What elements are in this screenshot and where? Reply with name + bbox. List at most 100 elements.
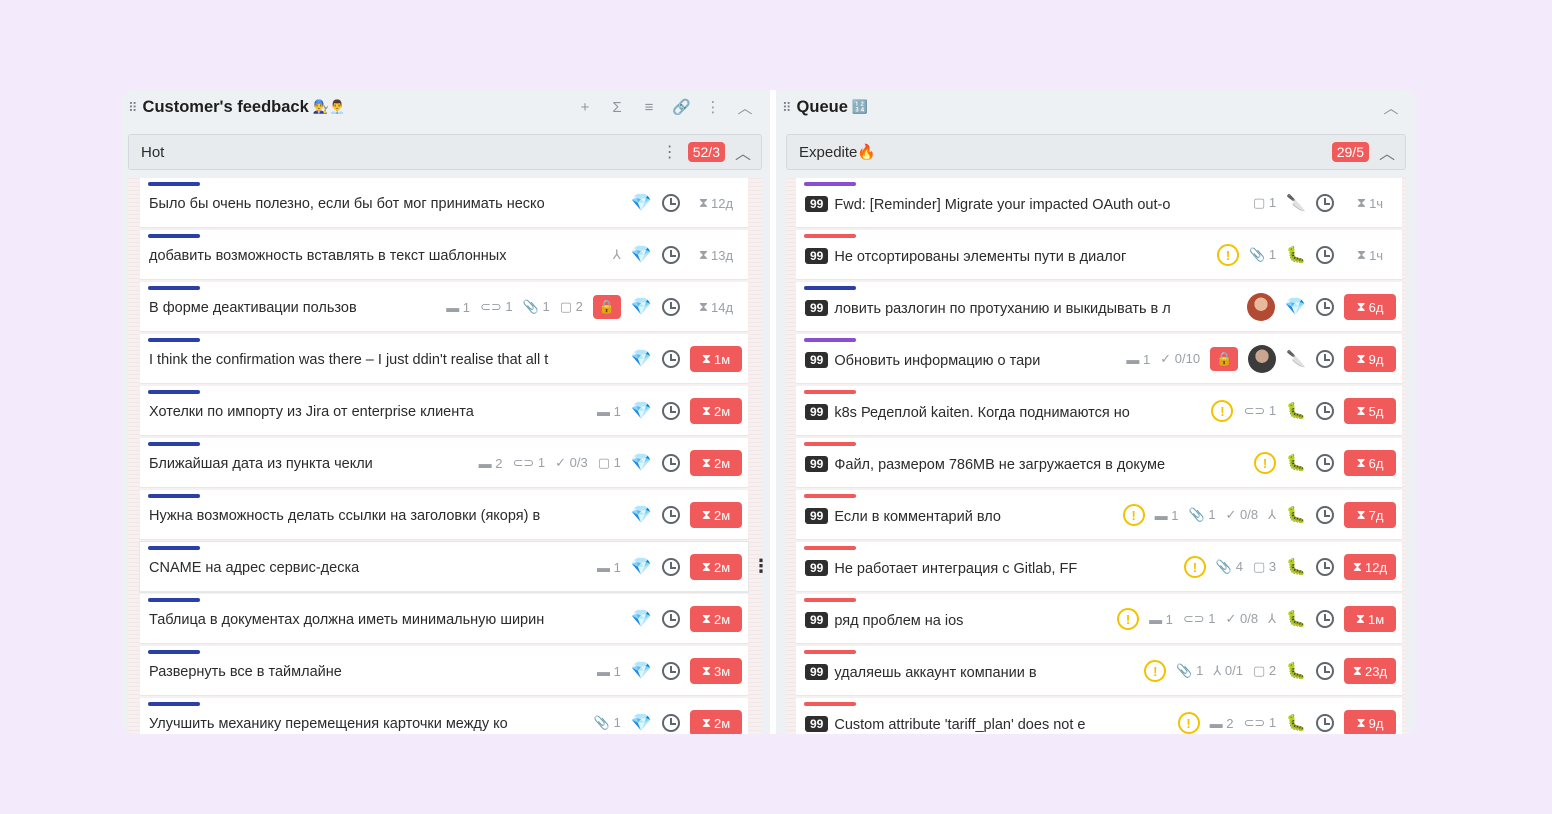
column-title[interactable]: Queue — [797, 98, 848, 117]
card[interactable]: 99 Файл, размером 786MB не загружается в … — [796, 438, 1402, 488]
card[interactable]: 99 ряд проблем на ios! ▬ 1 ⊂⊃ 1 ✓ 0/8 ⅄ 🐛 ⧗ 1м — [796, 594, 1402, 644]
card[interactable]: Было бы очень полезно, если бы бот мог п… — [140, 178, 748, 228]
comment-count: ▢ 3 — [1252, 559, 1277, 574]
tag-emoji-icon: 🐛 — [1286, 403, 1306, 420]
list-icon[interactable]: ≡ — [640, 99, 658, 116]
card[interactable]: В форме деактивации пользов ▬ 1 ⊂⊃ 1 📎 1 ▢ 2… — [140, 282, 748, 332]
lane-more-icon[interactable]: ⋮ — [662, 142, 678, 162]
priority-badge: 99 — [805, 716, 829, 732]
clock-icon[interactable] — [1316, 610, 1334, 628]
clock-icon[interactable] — [662, 610, 680, 628]
card[interactable]: Нужна возможность делать ссылки на загол… — [140, 490, 748, 540]
clock-icon[interactable] — [662, 402, 680, 420]
card-title[interactable]: 99 Обновить информацию о тари — [805, 352, 1116, 369]
card-meta: 💎 ⧗ 12д — [631, 190, 742, 216]
card[interactable]: 99 Custom attribute 'tariff_plan' does no… — [796, 698, 1402, 734]
more-icon[interactable]: ⋮ — [704, 98, 722, 116]
clock-icon[interactable] — [1316, 662, 1334, 680]
card[interactable]: CNAME на адрес сервис-деска ▬ 1 💎 ⧗ 2м ⋮ — [140, 542, 770, 592]
card-type-bar — [804, 650, 856, 654]
card[interactable]: I think the confirmation was there – I j… — [140, 334, 748, 384]
clock-icon[interactable] — [662, 350, 680, 368]
card-title[interactable]: 99 Файл, размером 786MB не загружается в … — [805, 456, 1244, 473]
wip-limit-badge: 29/5 — [1331, 142, 1369, 162]
clock-icon[interactable] — [1316, 506, 1334, 524]
clock-icon[interactable] — [662, 558, 680, 576]
card[interactable]: 99 Обновить информацию о тари ▬ 1 ✓ 0/10 🔒 🔪 ⧗… — [796, 334, 1402, 384]
hourglass-icon: ⧗ — [1352, 663, 1363, 678]
drag-handle-icon[interactable]: ⠿ — [128, 101, 137, 114]
lane-expedite[interactable]: Expedite🔥 29/5 ︿ — [786, 134, 1406, 170]
clock-icon[interactable] — [662, 298, 680, 316]
lane-collapse-icon[interactable]: ︿ — [1379, 140, 1395, 164]
clock-icon[interactable] — [1316, 402, 1334, 420]
card[interactable]: 99 ловить разлогин по протуханию и выкиды… — [796, 282, 1402, 332]
tree-count: ⅄ — [612, 247, 621, 262]
link-icon[interactable]: 🔗 — [672, 98, 691, 116]
card[interactable]: 99 Если в комментарий вло ! ▬ 1 📎 1 ✓ 0/8 ⅄ 🐛 ⧗ 7… — [796, 490, 1402, 540]
card-title[interactable]: 99 ряд проблем на ios — [805, 612, 1107, 629]
card[interactable]: Развернуть все в таймлайне ▬ 1 💎 ⧗ 3м — [140, 646, 748, 696]
priority-badge: 99 — [805, 612, 829, 628]
card-title[interactable]: 99 k8s Редеплой kaiten. Когда поднимаются… — [805, 404, 1201, 421]
clock-icon[interactable] — [1316, 246, 1334, 264]
avatar[interactable] — [1248, 345, 1277, 373]
hourglass-icon: ⧗ — [701, 715, 711, 730]
column-title[interactable]: Customer's feedback — [143, 98, 309, 117]
card[interactable]: добавить возможность вставлять в текст ш… — [140, 230, 748, 280]
card-title[interactable]: Таблица в документах должна иметь минима… — [149, 612, 620, 628]
card[interactable]: 99 Fwd: [Reminder] Migrate your impacted … — [796, 178, 1402, 228]
card[interactable]: 99 удаляешь аккаунт компании в! 📎 1 ⅄ 0/1 ▢ … — [796, 646, 1402, 696]
clock-icon[interactable] — [1316, 558, 1334, 576]
card-title-text: удаляешь аккаунт компании в — [834, 665, 1037, 681]
card-title[interactable]: 99 Не работает интеграция с Gitlab, FF — [805, 560, 1173, 577]
card-meta: ! ▬ 1 📎 1 ✓ 0/8 ⅄ 🐛 ⧗ 7д — [1122, 502, 1396, 528]
card[interactable]: 99 Не отсортированы элементы пути в диало… — [796, 230, 1402, 280]
card[interactable]: Улучшить механику перемещения карточки м… — [140, 698, 748, 734]
card-title[interactable]: Ближайшая дата из пункта чекли — [149, 456, 468, 472]
clock-icon[interactable] — [1316, 298, 1334, 316]
clock-icon[interactable] — [662, 246, 680, 264]
gem-icon: 💎 — [630, 713, 652, 732]
clock-icon[interactable] — [662, 714, 680, 732]
clock-icon[interactable] — [1316, 454, 1334, 472]
drag-handle-icon[interactable]: ⠿ — [782, 101, 791, 114]
clock-icon[interactable] — [1316, 350, 1334, 368]
card[interactable]: Ближайшая дата из пункта чекли ▬ 2 ⊂⊃ 1 ✓ 0… — [140, 438, 748, 488]
clock-icon[interactable] — [662, 506, 680, 524]
clock-icon[interactable] — [662, 194, 680, 212]
card-title[interactable]: 99 Custom attribute 'tariff_plan' does no… — [805, 716, 1167, 733]
card[interactable]: Таблица в документах должна иметь минима… — [140, 594, 748, 644]
card[interactable]: 99 k8s Редеплой kaiten. Когда поднимаются… — [796, 386, 1402, 436]
clock-icon[interactable] — [662, 454, 680, 472]
clock-icon[interactable] — [1316, 194, 1334, 212]
column-header: ⠿ Queue 🔢 ︿ — [776, 90, 1416, 124]
card-title[interactable]: В форме деактивации пользов — [149, 300, 436, 316]
avatar[interactable] — [1246, 293, 1275, 321]
card-title[interactable]: Хотелки по импорту из Jira от enterprise… — [149, 404, 586, 420]
clock-icon[interactable] — [662, 662, 680, 680]
lane-collapse-icon[interactable]: ︿ — [735, 140, 751, 164]
card-title[interactable]: I think the confirmation was there – I j… — [149, 352, 620, 368]
card-title-text: Было бы очень полезно, если бы бот мог п… — [149, 196, 545, 212]
lane-hot[interactable]: Hot ⋮ 52/3 ︿ — [128, 134, 762, 170]
card-title[interactable]: 99 Если в комментарий вло — [805, 508, 1112, 525]
card-title[interactable]: Улучшить механику перемещения карточки м… — [149, 716, 583, 732]
card[interactable]: 99 Не работает интеграция с Gitlab, FF! 📎 … — [796, 542, 1402, 592]
add-icon[interactable]: + — [576, 99, 594, 116]
card-title[interactable]: 99 Fwd: [Reminder] Migrate your impacted … — [805, 196, 1242, 213]
collapse-icon[interactable]: ︿ — [736, 97, 754, 118]
card-title[interactable]: Было бы очень полезно, если бы бот мог п… — [149, 196, 620, 212]
card[interactable]: Хотелки по импорту из Jira от enterprise… — [140, 386, 748, 436]
card-title[interactable]: 99 удаляешь аккаунт компании в — [805, 664, 1134, 681]
card-title[interactable]: Развернуть все в таймлайне — [149, 664, 586, 680]
card-title[interactable]: 99 Не отсортированы элементы пути в диало… — [805, 248, 1207, 265]
clock-icon[interactable] — [1316, 714, 1334, 732]
card-more-icon[interactable]: ⋮ — [752, 556, 770, 577]
card-title[interactable]: 99 ловить разлогин по протуханию и выкиды… — [805, 300, 1236, 317]
card-title[interactable]: CNAME на адрес сервис-деска — [149, 560, 586, 576]
card-title[interactable]: Нужна возможность делать ссылки на загол… — [149, 508, 620, 524]
card-title[interactable]: добавить возможность вставлять в текст ш… — [149, 248, 602, 264]
sum-icon[interactable]: Σ — [608, 99, 626, 116]
collapse-icon[interactable]: ︿ — [1382, 97, 1400, 118]
